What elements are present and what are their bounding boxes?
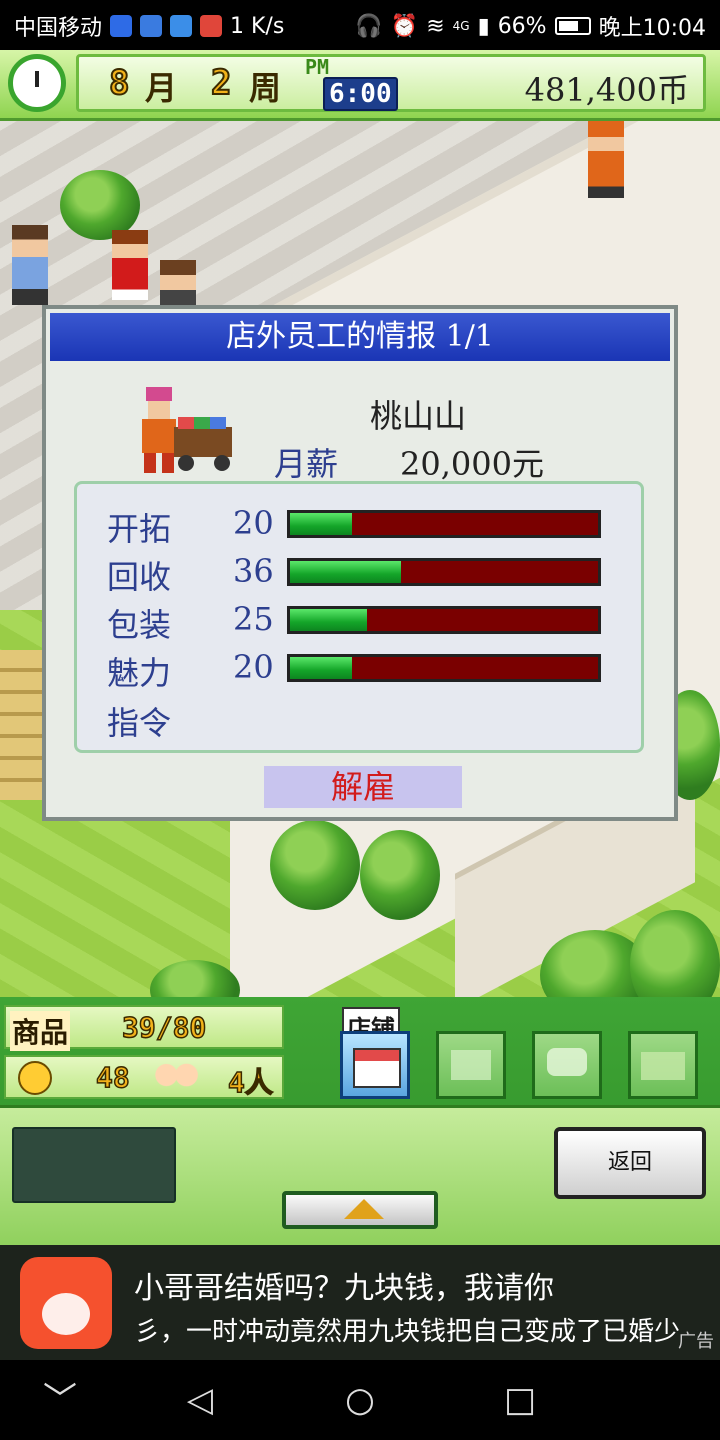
stat-label: 魅力 — [107, 654, 172, 692]
month-number: 8 — [108, 62, 131, 104]
signal-icon: ▮ — [477, 13, 490, 39]
stat-value: 25 — [233, 600, 274, 638]
people-icon — [152, 1063, 200, 1093]
stat-bar-fill — [290, 609, 367, 631]
stock-button[interactable] — [436, 1031, 506, 1099]
week-number: 2 — [210, 62, 233, 104]
stat-bar-fill — [290, 513, 352, 535]
dismiss-button[interactable]: 解雇 — [264, 766, 462, 808]
stat-value: 20 — [233, 648, 274, 686]
alarm-icon: ⏰ — [390, 13, 419, 39]
stat-label: 包装 — [107, 606, 172, 644]
stat-label: 开拓 — [107, 510, 172, 548]
status-bar: 中国移动 1 K/s 🎧 ⏰ ≋ 4G ▮ 66% 晚上10:04 — [0, 0, 720, 50]
smile-icon — [18, 1061, 52, 1095]
shop-button[interactable] — [340, 1031, 410, 1099]
ad-subtitle[interactable]: 彡，一时冲动竟然用九块钱把自己变成了已婚少 — [134, 1311, 704, 1348]
money-display: 481,400币 — [524, 71, 689, 109]
ad-banner[interactable]: 小哥哥结婚吗？九块钱，我请你 彡，一时冲动竟然用九块钱把自己变成了已婚少 广告 — [0, 1245, 720, 1360]
salary-label: 月薪 — [274, 445, 339, 483]
chat-button[interactable] — [532, 1031, 602, 1099]
stat-value: 20 — [233, 504, 274, 542]
stat-bar — [287, 654, 601, 682]
message-panel — [12, 1127, 176, 1203]
date-bar: 8 月 2 周 PM 6:00 481,400币 — [76, 54, 706, 112]
signal-label: 4G — [452, 19, 470, 33]
map-button[interactable] — [628, 1031, 698, 1099]
stat-bar-fill — [290, 561, 401, 583]
storefront-icon — [353, 1048, 401, 1088]
clock-time: 晚上10:04 — [598, 16, 706, 41]
stat-bar — [287, 510, 601, 538]
boxes-icon — [451, 1050, 491, 1080]
game-time: 6:00 — [323, 77, 398, 111]
ad-title[interactable]: 小哥哥结婚吗？九块钱，我请你 — [134, 1263, 554, 1307]
book-icon — [170, 15, 193, 37]
top-hud: 8 月 2 周 PM 6:00 481,400币 — [0, 50, 720, 121]
wifi-icon: ≋ — [426, 13, 445, 39]
stats-panel: 开拓 20 回收 36 包装 25 魅力 20 指令 — [74, 481, 644, 753]
employee-name: 桃山山 — [370, 397, 467, 435]
ampm-label: PM — [305, 55, 330, 79]
goods-value: 39/80 — [121, 1010, 207, 1045]
up-arrow-icon — [344, 1199, 384, 1219]
nav-back-icon[interactable]: ◁ — [180, 1380, 220, 1420]
stat-bar — [287, 558, 601, 586]
bottom-hud: 商品 39/80 48 4人 店铺 返回 — [0, 997, 720, 1248]
nav-recents-icon[interactable]: □ — [500, 1380, 540, 1420]
shield-icon — [140, 15, 163, 37]
satisfaction-value: 48 — [95, 1060, 130, 1095]
customer-sprite[interactable] — [112, 230, 148, 300]
stat-bar — [287, 606, 601, 634]
week-label: 周 — [249, 69, 282, 107]
back-button[interactable]: 返回 — [554, 1127, 706, 1199]
goods-label: 商品 — [10, 1011, 71, 1051]
month-label: 月 — [145, 69, 178, 107]
ad-tag: 广告 — [678, 1331, 714, 1352]
tree — [270, 820, 360, 910]
battery-icon — [554, 17, 591, 35]
dialog-title: 店外员工的情报 1/1 — [50, 313, 670, 361]
nav-home-icon[interactable]: ○ — [340, 1380, 380, 1420]
employee-portrait — [128, 381, 240, 477]
battery-percent: 66% — [497, 13, 547, 39]
map-icon — [641, 1052, 685, 1080]
stat-label: 回收 — [107, 558, 172, 596]
goods-box: 商品 39/80 — [4, 1005, 284, 1051]
salary-value: 20,000元 — [400, 445, 544, 483]
expand-button[interactable] — [282, 1191, 438, 1229]
app-notification-icon — [110, 15, 133, 37]
stat-bar-fill — [290, 657, 352, 679]
clock-icon[interactable] — [8, 54, 66, 112]
chat-bubble-icon — [547, 1048, 587, 1076]
stat-value: 36 — [233, 552, 274, 590]
game-icon — [200, 15, 223, 37]
headphone-icon: 🎧 — [355, 13, 383, 39]
net-speed: 1 K/s — [230, 13, 285, 39]
customer-sprite[interactable] — [12, 225, 48, 305]
nav-collapse-icon[interactable]: ﹀ — [40, 1380, 80, 1420]
navigation-bar: ﹀ ◁ ○ □ — [0, 1360, 720, 1440]
carrier-label: 中国移动 — [14, 16, 103, 41]
tree — [360, 830, 440, 920]
ad-app-icon[interactable] — [20, 1257, 112, 1349]
people-count: 4人 — [227, 1065, 273, 1100]
customer-sprite[interactable] — [588, 120, 624, 198]
customer-sprite[interactable] — [160, 260, 196, 310]
satisfaction-box: 48 4人 — [4, 1055, 284, 1100]
employee-info-dialog: 店外员工的情报 1/1 桃山山 月薪 20,000元 开拓 20 回收 36 包… — [42, 305, 678, 821]
command-label[interactable]: 指令 — [107, 698, 207, 744]
